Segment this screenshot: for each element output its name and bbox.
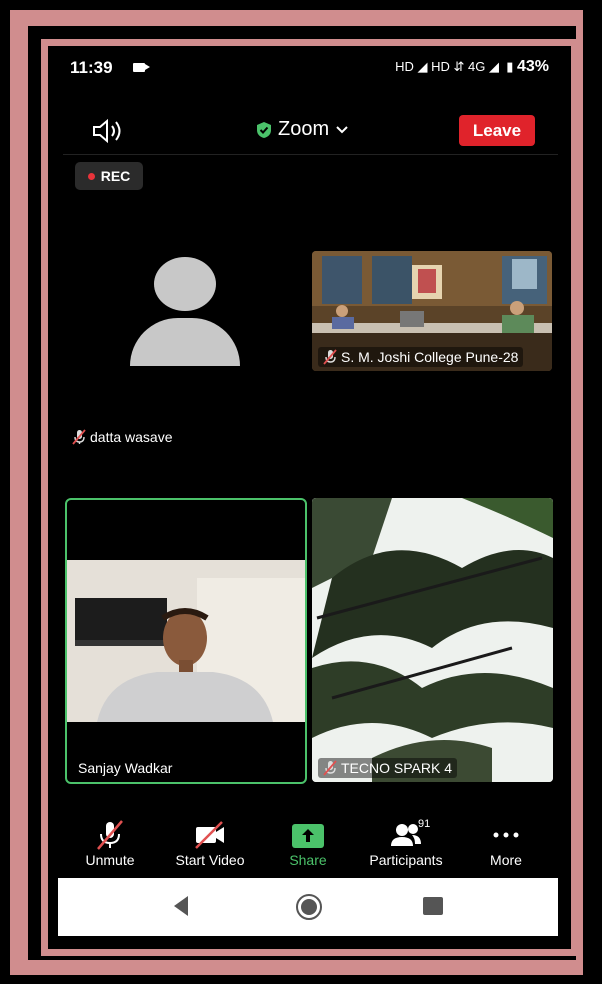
mic-muted-icon [72, 429, 86, 445]
meeting-title[interactable]: Zoom [256, 118, 349, 141]
status-bar: 11:39 HD ◢ HD ⇵ 4G ◢ ▮ 43% [48, 46, 571, 86]
more-button[interactable]: More [456, 816, 556, 876]
share-label: Share [289, 852, 327, 868]
status-indicators: HD ◢ HD ⇵ 4G ◢ ▮ 43% [395, 58, 549, 76]
meeting-title-text: Zoom [278, 118, 330, 140]
avatar-body [130, 318, 240, 366]
participant-tile-tecno[interactable]: TECNO SPARK 4 [312, 498, 553, 782]
share-button[interactable]: Share [258, 816, 358, 876]
unmute-button[interactable]: Unmute [60, 816, 160, 876]
more-label: More [490, 852, 522, 868]
rec-dot-icon [87, 172, 95, 180]
avatar-head [154, 257, 216, 311]
status-time: 11:39 [70, 58, 113, 77]
more-dots-icon [493, 832, 519, 838]
participant-name-text: TECNO SPARK 4 [341, 760, 452, 776]
participant-name-text: datta wasave [90, 429, 173, 445]
rec-label: REC [100, 168, 131, 184]
participant-name-college: S. M. Joshi College Pune-28 [318, 347, 524, 367]
participant-name-text: S. M. Joshi College Pune-28 [341, 349, 519, 365]
camera-indicator-icon [133, 63, 150, 72]
meeting-toolbar: Unmute Start Video Share 91 Participants… [48, 816, 571, 878]
battery-icon: ▮ [502, 59, 514, 74]
speaker-icon [93, 118, 121, 144]
battery-level: 43% [516, 58, 549, 75]
android-nav-bar [58, 878, 558, 936]
unmute-label: Unmute [85, 852, 135, 868]
video-off-icon [195, 821, 224, 849]
recording-badge[interactable]: REC [75, 162, 143, 190]
speaker-button[interactable] [90, 117, 126, 145]
participant-name-avatar: datta wasave [72, 429, 173, 445]
back-icon[interactable] [170, 893, 192, 919]
leave-button[interactable]: Leave [459, 115, 535, 146]
mic-muted-icon [323, 760, 337, 776]
participants-label: Participants [369, 852, 443, 868]
recents-icon[interactable] [421, 893, 445, 919]
mic-muted-icon [97, 820, 123, 850]
start-video-label: Start Video [175, 852, 245, 868]
tecno-video-frame [312, 498, 553, 782]
start-video-button[interactable]: Start Video [160, 816, 260, 876]
participants-button[interactable]: 91 Participants [356, 816, 456, 876]
participant-name-tecno: TECNO SPARK 4 [318, 758, 457, 778]
phone-screen: 11:39 HD ◢ HD ⇵ 4G ◢ ▮ 43% Zoom Leave RE… [48, 46, 571, 949]
share-arrow-icon [292, 824, 324, 848]
home-icon[interactable] [294, 893, 324, 921]
participant-name-text: Sanjay Wadkar [78, 760, 173, 776]
shield-check-icon [257, 121, 271, 138]
mic-muted-icon [323, 349, 337, 365]
chevron-down-icon [336, 125, 348, 133]
divider [63, 154, 558, 155]
participants-count: 91 [418, 818, 431, 830]
participant-tile-college[interactable]: S. M. Joshi College Pune-28 [312, 251, 552, 371]
sanjay-video-frame [67, 560, 305, 722]
signal-text: HD ◢ HD ⇵ 4G ◢ [395, 59, 499, 74]
participant-tile-avatar[interactable] [68, 246, 303, 486]
participant-name-sanjay: Sanjay Wadkar [73, 758, 177, 778]
participant-tile-sanjay-active[interactable]: Sanjay Wadkar [65, 498, 307, 784]
